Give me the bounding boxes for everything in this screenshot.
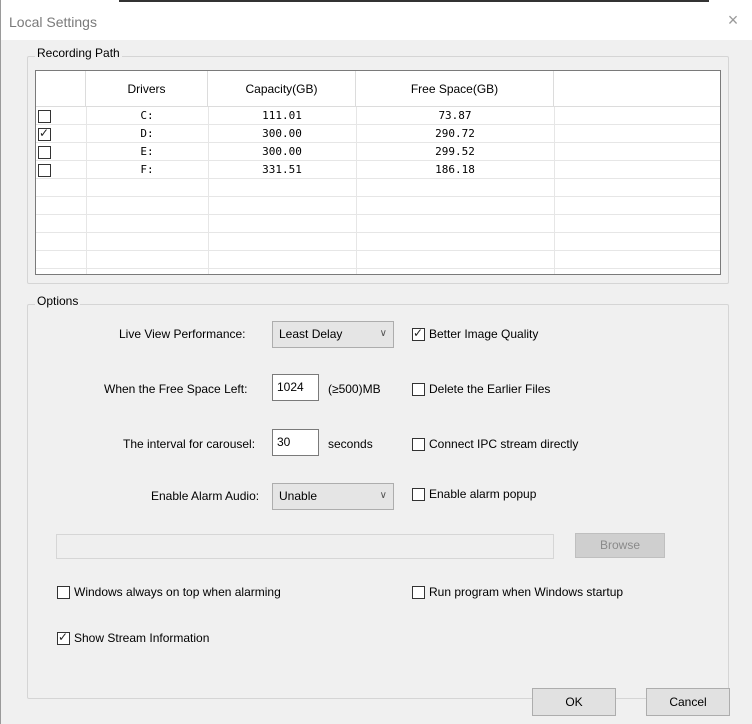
header-drivers[interactable]: Drivers (86, 71, 208, 107)
enable-alarm-popup-checkbox[interactable]: Enable alarm popup (412, 487, 536, 501)
local-settings-dialog: Local Settings × Recording Path Drivers … (0, 0, 752, 724)
checkbox-box[interactable] (57, 630, 70, 645)
empty-row (36, 233, 720, 251)
window-title: Local Settings (9, 14, 97, 30)
carousel-unit: seconds (328, 437, 373, 451)
better-image-quality-label: Better Image Quality (429, 327, 539, 341)
carousel-label: The interval for carousel: (123, 437, 256, 451)
carousel-input[interactable]: 30 (272, 429, 319, 456)
live-view-select[interactable]: Least Delay ∨ (272, 321, 394, 348)
enable-alarm-popup-label: Enable alarm popup (429, 487, 537, 501)
alarm-audio-select[interactable]: Unable ∨ (272, 483, 394, 510)
delete-earlier-files-checkbox[interactable]: Delete the Earlier Files (412, 382, 550, 396)
capacity-cell: 300.00 (262, 145, 302, 158)
table-row[interactable]: C: 111.01 73.87 (36, 107, 720, 125)
free-space-label: When the Free Space Left: (104, 382, 248, 396)
browse-button[interactable]: Browse (575, 533, 665, 558)
alarm-audio-value: Unable (279, 489, 318, 503)
checkbox-box[interactable] (412, 382, 425, 396)
driver-cell: F: (140, 163, 154, 176)
free-space-unit: (≥500)MB (328, 382, 381, 396)
live-view-label: Live View Performance: (119, 327, 246, 341)
drive-checkbox[interactable] (38, 126, 51, 141)
chevron-down-icon: ∨ (379, 328, 387, 339)
free-space-cell: 73.87 (438, 109, 472, 122)
empty-row (36, 251, 720, 269)
driver-cell: E: (140, 145, 154, 158)
driver-cell: C: (140, 109, 154, 122)
windows-on-top-checkbox[interactable]: Windows always on top when alarming (57, 585, 281, 599)
title-bar: Local Settings × (1, 0, 752, 40)
free-space-cell: 299.52 (435, 145, 475, 158)
free-space-cell: 290.72 (435, 127, 475, 140)
drive-checkbox[interactable] (38, 146, 51, 159)
checkbox-box[interactable] (412, 326, 425, 341)
run-on-startup-checkbox[interactable]: Run program when Windows startup (412, 585, 623, 599)
capacity-cell: 300.00 (262, 127, 302, 140)
show-stream-info-label: Show Stream Information (74, 631, 210, 645)
table-row[interactable]: E: 300.00 299.52 (36, 143, 720, 161)
checkbox-box[interactable] (412, 487, 425, 501)
ok-button[interactable]: OK (532, 688, 616, 716)
better-image-quality-checkbox[interactable]: Better Image Quality (412, 326, 539, 341)
checkbox-box[interactable] (412, 585, 425, 599)
live-view-value: Least Delay (279, 327, 343, 341)
chevron-down-icon: ∨ (379, 490, 387, 501)
driver-cell: D: (140, 127, 154, 140)
free-space-cell: 186.18 (435, 163, 475, 176)
table-header: Drivers Capacity(GB) Free Space(GB) (36, 71, 720, 107)
show-stream-info-checkbox[interactable]: Show Stream Information (57, 630, 210, 645)
run-on-startup-label: Run program when Windows startup (429, 585, 624, 599)
table-row[interactable]: D: 300.00 290.72 (36, 125, 720, 143)
empty-row (36, 197, 720, 215)
capacity-cell: 331.51 (262, 163, 302, 176)
table-row[interactable]: F: 331.51 186.18 (36, 161, 720, 179)
checkbox-box[interactable] (57, 585, 70, 599)
header-free-space[interactable]: Free Space(GB) (356, 71, 554, 107)
checkbox-box[interactable] (412, 437, 425, 451)
drives-table: Drivers Capacity(GB) Free Space(GB) C: 1… (35, 70, 721, 275)
program-path-input (56, 534, 554, 559)
connect-ipc-label: Connect IPC stream directly (429, 437, 579, 451)
drive-checkbox[interactable] (38, 164, 51, 177)
delete-earlier-files-label: Delete the Earlier Files (429, 382, 551, 396)
windows-on-top-label: Windows always on top when alarming (74, 585, 281, 599)
title-bar-edge (119, 0, 709, 2)
cancel-button[interactable]: Cancel (646, 688, 730, 716)
empty-row (36, 215, 720, 233)
capacity-cell: 111.01 (262, 109, 302, 122)
header-capacity[interactable]: Capacity(GB) (208, 71, 356, 107)
connect-ipc-checkbox[interactable]: Connect IPC stream directly (412, 437, 578, 451)
close-icon[interactable]: × (723, 10, 743, 30)
recording-path-label: Recording Path (35, 46, 122, 60)
free-space-input[interactable]: 1024 (272, 374, 319, 401)
options-label: Options (35, 294, 81, 308)
header-select (36, 71, 86, 107)
empty-row (36, 179, 720, 197)
drive-checkbox[interactable] (38, 110, 51, 123)
alarm-audio-label: Enable Alarm Audio: (151, 489, 260, 503)
